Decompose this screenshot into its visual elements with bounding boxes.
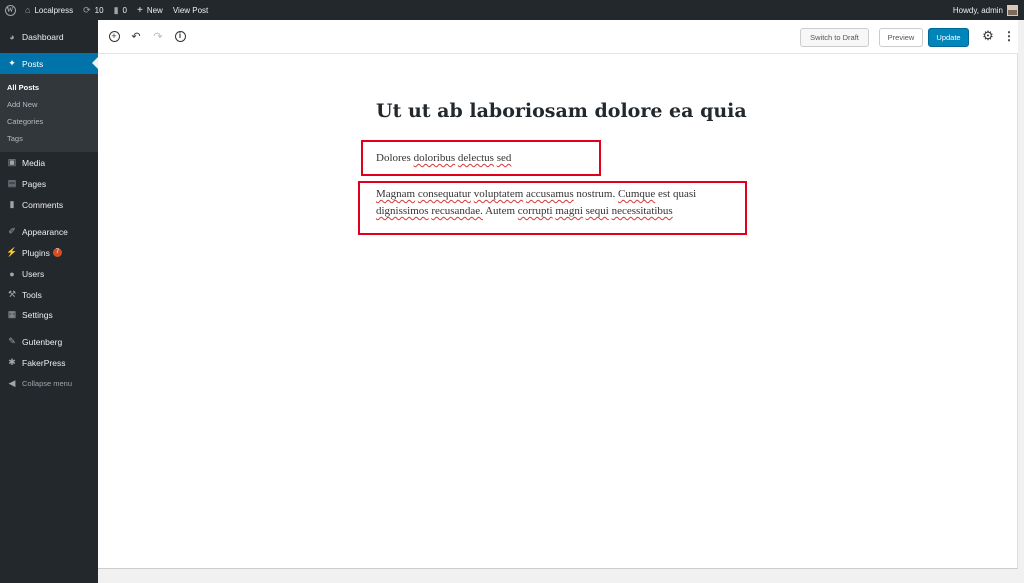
settings-button[interactable]: ⚙ bbox=[981, 28, 995, 43]
sidebar-item-settings[interactable]: ▦ Settings bbox=[0, 304, 98, 325]
comments-icon: ▮ bbox=[9, 199, 15, 209]
sidebar-item-posts[interactable]: ✦ Posts bbox=[0, 53, 98, 74]
sidebar-item-tools[interactable]: ⚒ Tools bbox=[0, 284, 98, 305]
comments-count: 0 bbox=[122, 5, 127, 15]
media-icon: ▣ bbox=[7, 157, 17, 167]
submenu-categories[interactable]: Categories bbox=[7, 117, 43, 126]
editor-toolbar: + ↶ ↷ i Switch to Draft Preview Update ⚙… bbox=[98, 20, 1018, 54]
sidebar-item-appearance[interactable]: ✐ Appearance bbox=[0, 221, 98, 242]
more-vertical-icon: ⋮ bbox=[1003, 29, 1015, 43]
home-icon: ⌂ bbox=[25, 5, 31, 15]
sidebar-item-users[interactable]: ● Users bbox=[0, 263, 98, 284]
gear-icon: ⚙ bbox=[982, 28, 994, 43]
new-content-link[interactable]: + New bbox=[132, 0, 168, 20]
sidebar-item-dashboard[interactable]: ◕ Dashboard bbox=[0, 26, 98, 47]
paintbrush-icon: ✐ bbox=[8, 226, 16, 236]
submenu-tags[interactable]: Tags bbox=[7, 134, 23, 143]
plugin-icon: ⚡ bbox=[6, 247, 18, 257]
sidebar-item-label: Gutenberg bbox=[22, 336, 63, 347]
updates-icon: ⟳ bbox=[83, 4, 91, 15]
switch-to-draft-label: Switch to Draft bbox=[810, 33, 859, 42]
preview-label: Preview bbox=[887, 33, 915, 42]
add-block-button[interactable]: + bbox=[107, 29, 121, 43]
greeting: Howdy, admin bbox=[952, 5, 1003, 15]
preview-button[interactable]: Preview bbox=[879, 28, 923, 47]
admin-sidebar: ◕ Dashboard ✦ Posts All Posts Add New Ca… bbox=[0, 20, 98, 583]
sidebar-item-label: Settings bbox=[22, 309, 53, 320]
plugins-update-badge: 7 bbox=[52, 248, 62, 257]
site-name: Localpress bbox=[34, 5, 74, 15]
undo-button[interactable]: ↶ bbox=[129, 29, 143, 43]
sidebar-item-label: Dashboard bbox=[22, 31, 64, 42]
site-name-link[interactable]: ⌂ Localpress bbox=[20, 0, 78, 20]
pin-icon: ✦ bbox=[8, 58, 16, 68]
collapse-icon: ◀ bbox=[8, 378, 16, 388]
sidebar-item-gutenberg[interactable]: ✎ Gutenberg bbox=[0, 331, 98, 352]
updates-link[interactable]: ⟳ 10 bbox=[78, 0, 108, 20]
view-post-label: View Post bbox=[172, 5, 209, 15]
sidebar-item-media[interactable]: ▣ Media bbox=[0, 152, 98, 173]
highlight-box bbox=[361, 140, 601, 176]
update-label: Update bbox=[936, 33, 961, 42]
sidebar-item-comments[interactable]: ▮ Comments bbox=[0, 194, 98, 215]
sidebar-item-label: Appearance bbox=[22, 226, 68, 237]
account-link[interactable]: Howdy, admin bbox=[948, 0, 1003, 20]
updates-count: 10 bbox=[94, 5, 104, 15]
update-button[interactable]: Update bbox=[928, 28, 969, 47]
sidebar-item-label: Tools bbox=[22, 289, 42, 300]
comments-link[interactable]: ▮ 0 bbox=[109, 0, 132, 20]
users-icon: ● bbox=[9, 268, 15, 279]
new-label: New bbox=[146, 5, 163, 15]
submenu-all-posts[interactable]: All Posts bbox=[7, 83, 39, 92]
collapse-menu-button[interactable]: ◀ Collapse menu bbox=[0, 373, 98, 394]
content-info-button[interactable]: i bbox=[173, 29, 187, 43]
highlight-box bbox=[358, 181, 747, 235]
settings-icon: ▦ bbox=[7, 309, 17, 319]
sidebar-item-label: Media bbox=[22, 157, 46, 168]
wordpress-logo-icon[interactable]: W bbox=[0, 0, 20, 20]
switch-to-draft-button[interactable]: Switch to Draft bbox=[800, 28, 869, 47]
undo-icon: ↶ bbox=[131, 30, 141, 43]
redo-button[interactable]: ↷ bbox=[151, 29, 165, 43]
dashboard-icon: ◕ bbox=[9, 31, 15, 42]
sidebar-item-pages[interactable]: ▤ Pages bbox=[0, 173, 98, 194]
pages-icon: ▤ bbox=[7, 178, 17, 188]
sidebar-item-label: Pages bbox=[22, 178, 47, 189]
wrench-icon: ⚒ bbox=[7, 289, 17, 299]
block-editor: + ↶ ↷ i Switch to Draft Preview Update ⚙… bbox=[98, 20, 1018, 569]
pencil-icon: ✎ bbox=[8, 336, 16, 346]
sidebar-item-label: Comments bbox=[22, 199, 64, 210]
admin-bar: W ⌂ Localpress ⟳ 10 ▮ 0 + New View Post … bbox=[0, 0, 1024, 20]
collapse-menu-label: Collapse menu bbox=[22, 379, 73, 388]
more-menu-button[interactable]: ⋮ bbox=[1002, 29, 1016, 43]
info-icon: i bbox=[174, 30, 186, 42]
sidebar-item-label: Plugins bbox=[22, 247, 50, 258]
redo-icon: ↷ bbox=[153, 30, 163, 43]
post-title[interactable]: Ut ut ab laboriosam dolore ea quia bbox=[376, 100, 747, 122]
plus-circle-icon: + bbox=[108, 30, 120, 42]
posts-submenu: All Posts Add New Categories Tags bbox=[0, 74, 98, 152]
sidebar-item-plugins[interactable]: ⚡ Plugins 7 bbox=[0, 242, 98, 263]
sidebar-item-fakerpress[interactable]: ✱ FakerPress bbox=[0, 352, 98, 373]
plus-icon: + bbox=[136, 4, 143, 16]
sidebar-item-label: Users bbox=[22, 268, 45, 279]
sidebar-item-label: Posts bbox=[22, 58, 44, 69]
submenu-add-new[interactable]: Add New bbox=[7, 100, 37, 109]
avatar[interactable] bbox=[1007, 4, 1018, 16]
view-post-link[interactable]: View Post bbox=[168, 0, 213, 20]
fakerpress-icon: ✱ bbox=[8, 357, 16, 367]
comment-icon: ▮ bbox=[113, 4, 119, 15]
sidebar-item-label: FakerPress bbox=[22, 357, 66, 368]
